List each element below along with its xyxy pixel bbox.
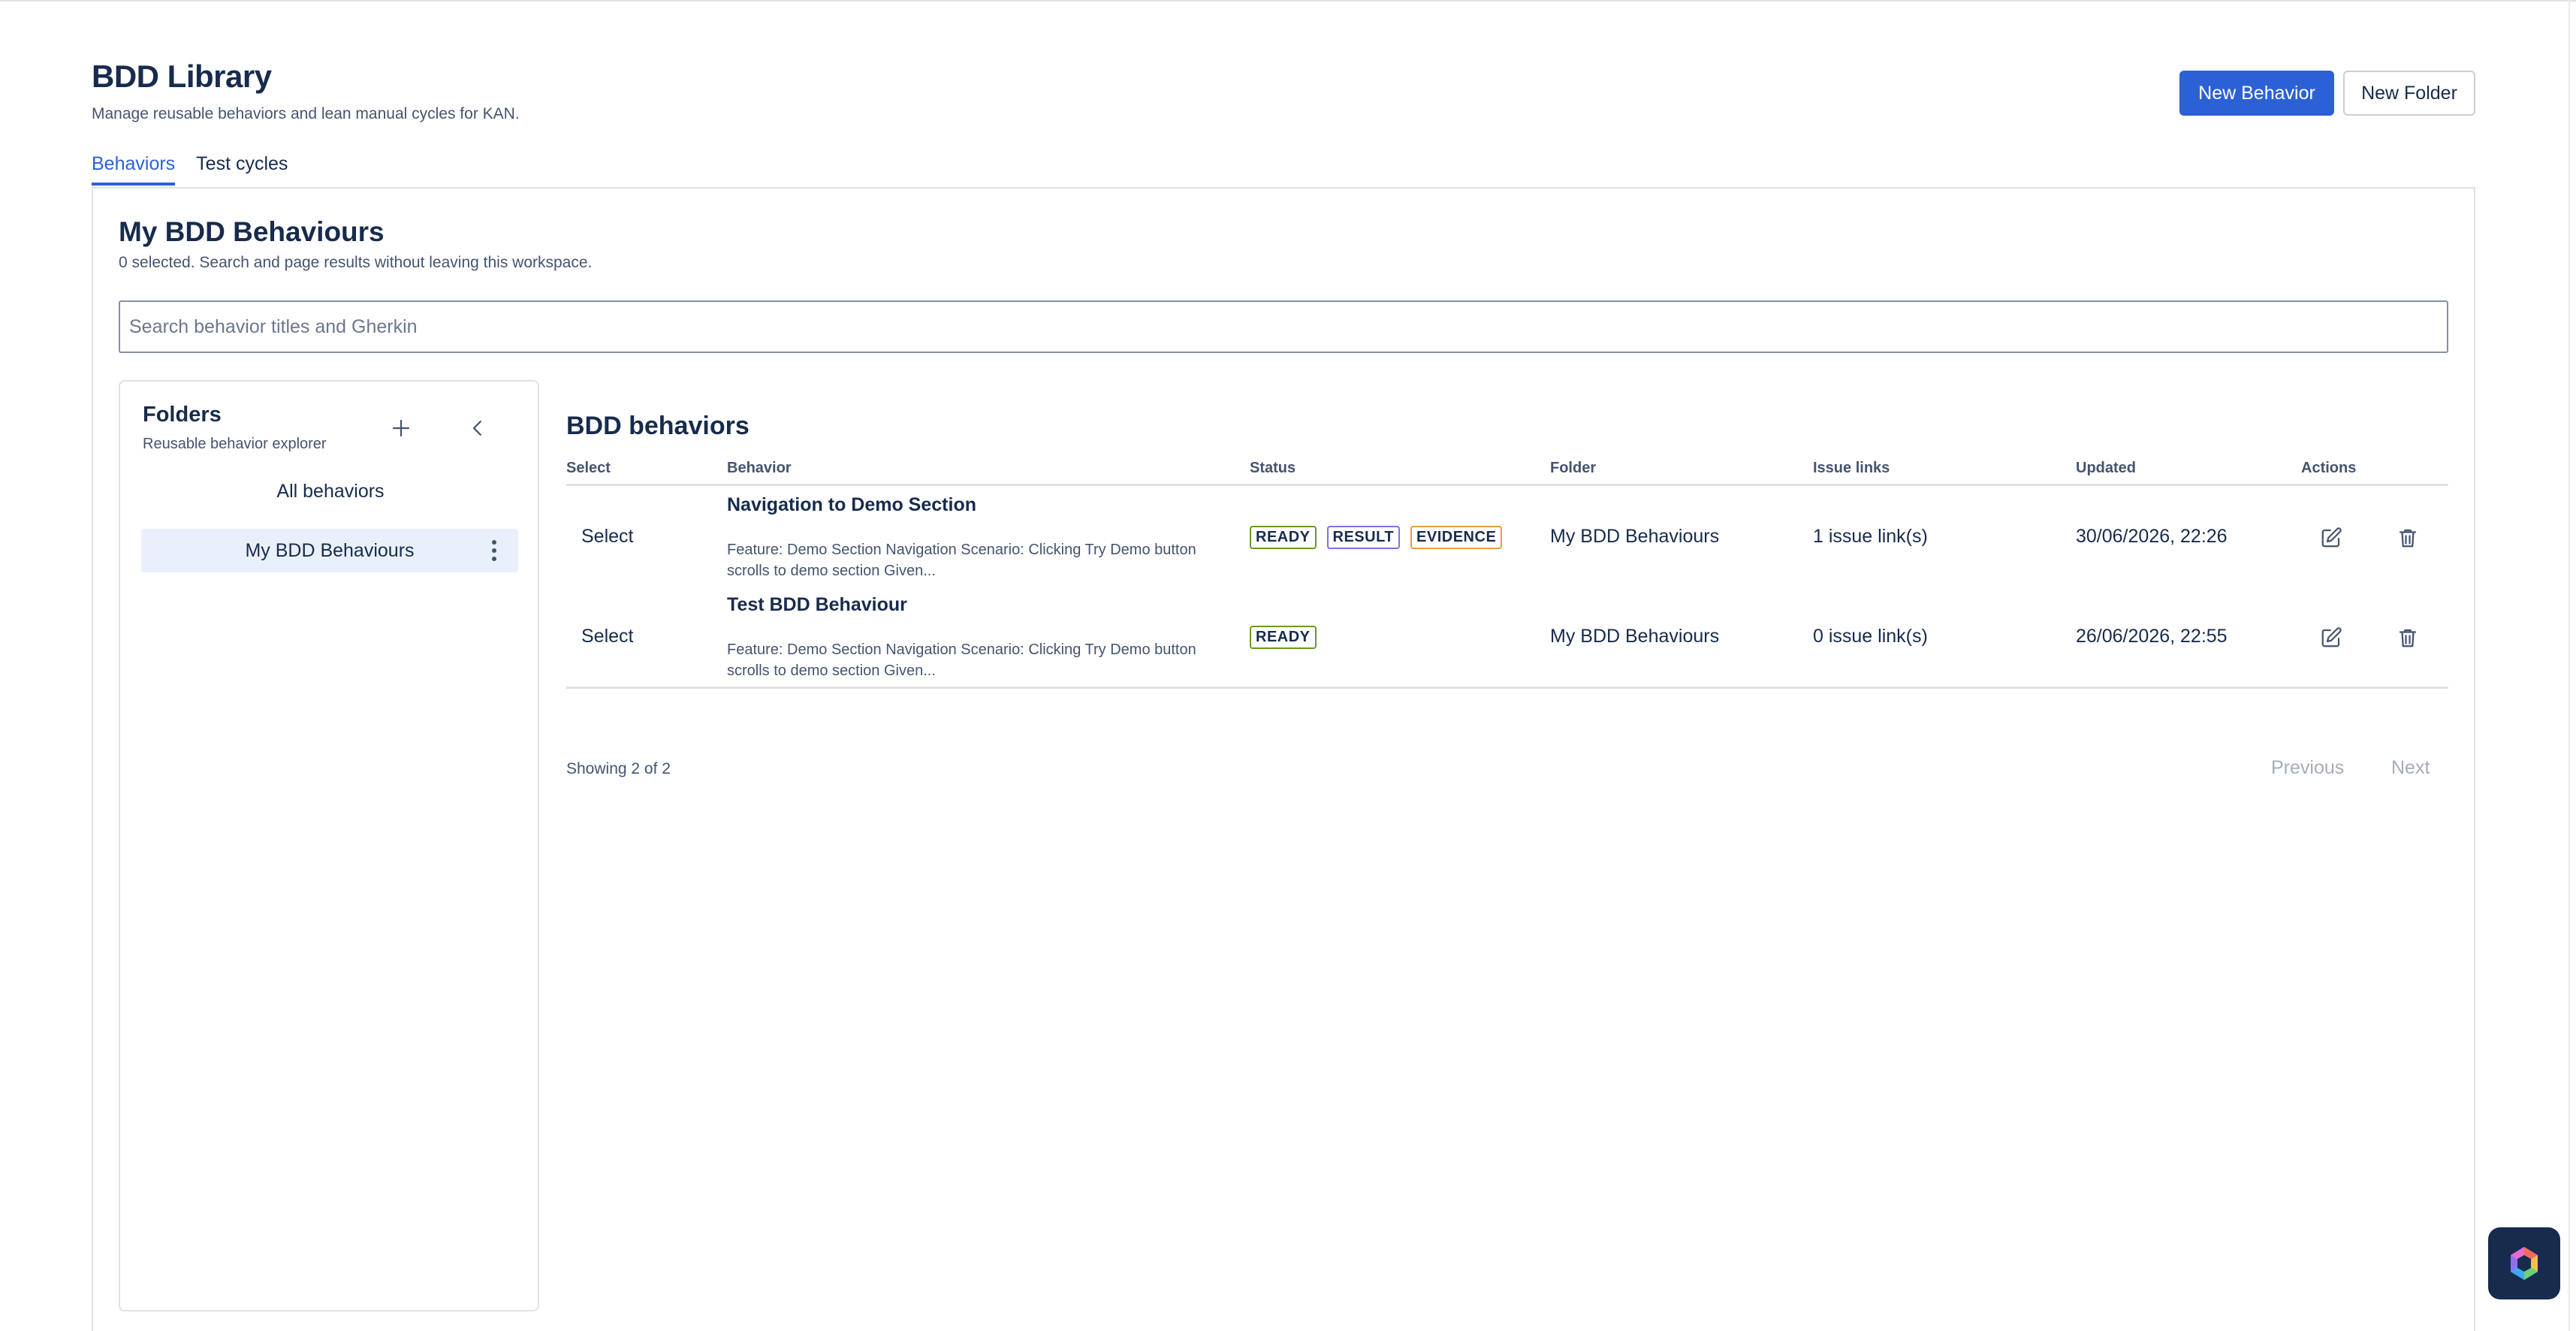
right-rail <box>2568 0 2570 1331</box>
table-bottom-divider <box>566 687 2448 689</box>
behavior-title[interactable]: Test BDD Behaviour <box>727 594 907 616</box>
column-header-status: Status <box>1250 460 1296 476</box>
edit-icon[interactable] <box>2313 520 2349 556</box>
issue-links-cell: 1 issue link(s) <box>1813 526 1928 547</box>
tab-bar: Behaviors Test cycles <box>92 153 288 186</box>
status-badge-ready: READY <box>1250 526 1317 549</box>
updated-cell: 26/06/2026, 22:55 <box>2076 626 2228 647</box>
edit-icon[interactable] <box>2313 620 2349 656</box>
table-row: Select Test BDD Behaviour Feature: Demo … <box>566 588 2448 687</box>
tab-test-cycles[interactable]: Test cycles <box>196 153 288 186</box>
chevron-left-icon[interactable] <box>461 412 494 445</box>
assistant-hexagon-icon[interactable] <box>2488 1227 2560 1299</box>
column-header-actions: Actions <box>2301 460 2357 476</box>
column-header-select: Select <box>566 460 611 476</box>
folder-cell: My BDD Behaviours <box>1550 626 1720 647</box>
trash-icon[interactable] <box>2390 620 2426 656</box>
more-vertical-icon[interactable] <box>481 534 508 567</box>
status-badge-ready: READY <box>1250 626 1317 649</box>
page-subtitle: Manage reusable behaviors and lean manua… <box>92 105 520 122</box>
behaviors-table-title: BDD behaviors <box>566 412 750 440</box>
folder-cell: My BDD Behaviours <box>1550 526 1720 547</box>
previous-page-button[interactable]: Previous <box>2271 757 2344 779</box>
column-header-issue-links: Issue links <box>1813 460 1890 476</box>
folder-item-label: My BDD Behaviours <box>245 539 415 561</box>
plus-icon[interactable] <box>385 412 418 445</box>
updated-cell: 30/06/2026, 22:26 <box>2076 526 2228 547</box>
next-page-button[interactable]: Next <box>2391 757 2430 779</box>
workspace-subtitle: 0 selected. Search and page results with… <box>119 254 593 271</box>
issue-links-cell: 0 issue link(s) <box>1813 626 1928 647</box>
top-divider <box>0 0 2576 2</box>
page-header: BDD Library Manage reusable behaviors an… <box>92 59 520 123</box>
select-button[interactable]: Select <box>581 626 633 647</box>
column-header-updated: Updated <box>2076 460 2136 476</box>
table-row: Select Navigation to Demo Section Featur… <box>566 488 2448 587</box>
folders-subtitle: Reusable behavior explorer <box>143 436 327 452</box>
page-title: BDD Library <box>92 59 272 94</box>
status-badge-evidence: EVIDENCE <box>1410 526 1503 549</box>
new-behavior-button[interactable]: New Behavior <box>2179 71 2334 116</box>
status-badge-result: RESULT <box>1326 526 1401 549</box>
folders-title: Folders <box>143 403 222 427</box>
workspace-title: My BDD Behaviours <box>119 216 385 247</box>
behavior-title[interactable]: Navigation to Demo Section <box>727 494 976 516</box>
behavior-description: Feature: Demo Section Navigation Scenari… <box>727 641 1196 679</box>
column-header-behavior: Behavior <box>727 460 792 476</box>
search-input[interactable] <box>119 300 2448 353</box>
tab-behaviors[interactable]: Behaviors <box>92 153 176 186</box>
new-folder-button[interactable]: New Folder <box>2343 71 2475 116</box>
all-behaviors-link[interactable]: All behaviors <box>143 481 518 503</box>
column-header-folder: Folder <box>1550 460 1597 476</box>
results-count: Showing 2 of 2 <box>566 760 671 777</box>
table-header-divider <box>566 484 2448 486</box>
status-badges: READY <box>1250 626 1317 649</box>
folders-sidebar: Folders Reusable behavior explorer All b… <box>119 380 539 1311</box>
folder-item-my-bdd-behaviours[interactable]: My BDD Behaviours <box>141 529 518 572</box>
select-button[interactable]: Select <box>581 526 633 548</box>
trash-icon[interactable] <box>2390 520 2426 556</box>
status-badges: READY RESULT EVIDENCE <box>1250 526 1503 549</box>
behavior-description: Feature: Demo Section Navigation Scenari… <box>727 542 1196 579</box>
